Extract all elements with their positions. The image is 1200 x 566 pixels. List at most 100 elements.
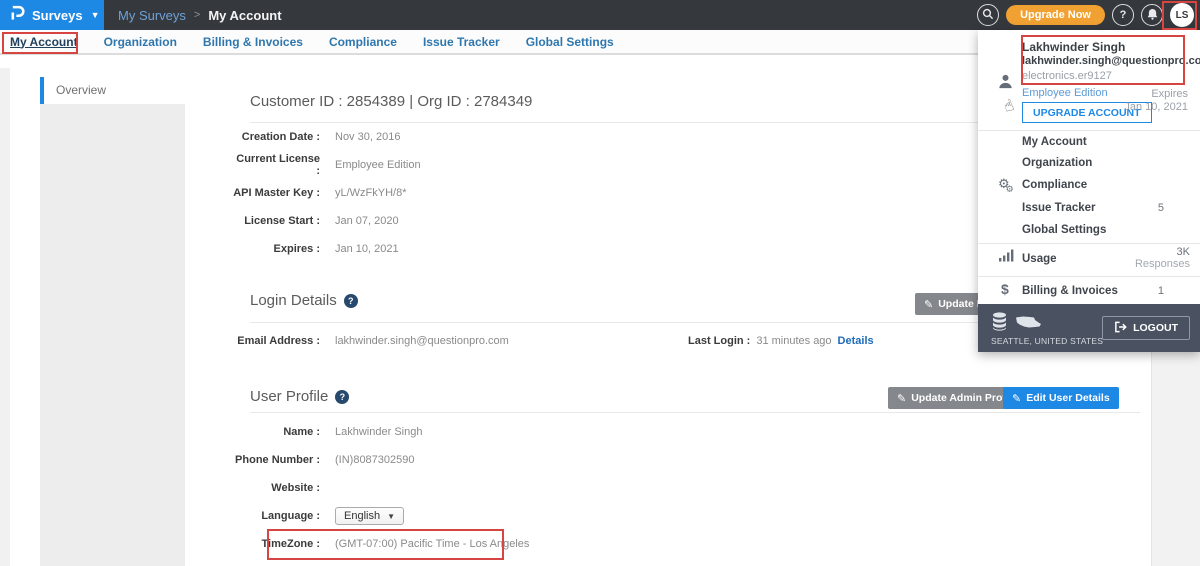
account-fields: Creation Date : Nov 30, 2016 Current Lic… bbox=[230, 123, 421, 263]
help-circle-icon[interactable]: ? bbox=[335, 390, 349, 404]
search-button[interactable] bbox=[977, 4, 999, 26]
button-label: LOGOUT bbox=[1133, 322, 1178, 334]
last-login-value: 31 minutes ago bbox=[756, 335, 831, 347]
sidebar-item-overview[interactable]: Overview bbox=[40, 77, 185, 104]
menu-label: Global Settings bbox=[1022, 224, 1106, 236]
menu-my-account[interactable]: My Account bbox=[1022, 131, 1192, 153]
field-value: lakhwinder.singh@questionpro.com bbox=[335, 335, 509, 347]
menu-issue-tracker[interactable]: Issue Tracker bbox=[1022, 197, 1192, 219]
tab-compliance[interactable]: Compliance bbox=[316, 35, 410, 49]
logout-icon bbox=[1114, 321, 1127, 336]
menu-label: Billing & Invoices bbox=[1022, 285, 1118, 297]
left-gutter bbox=[0, 68, 10, 566]
product-switcher[interactable]: Surveys ▼ bbox=[0, 0, 104, 30]
navbar-actions: Upgrade Now ? LS bbox=[977, 0, 1194, 30]
field-value: Nov 30, 2016 bbox=[335, 131, 400, 143]
chevron-down-icon: ▼ bbox=[387, 512, 395, 521]
field-license-start: License Start : Jan 07, 2020 bbox=[230, 207, 421, 235]
top-navbar: Surveys ▼ My Surveys > My Account Upgrad… bbox=[0, 0, 1200, 30]
dropdown-user-name: Lakhwinder Singh bbox=[1022, 40, 1125, 54]
field-label: TimeZone : bbox=[230, 538, 320, 550]
expires-date: Jan 10, 2021 bbox=[1124, 101, 1188, 114]
sidebar: Overview bbox=[40, 77, 185, 566]
field-language: Language : English ▼ bbox=[230, 502, 529, 530]
menu-label: Compliance bbox=[1022, 179, 1087, 191]
questionpro-logo-icon bbox=[10, 4, 25, 27]
dropdown-footer: SEATTLE, UNITED STATES LOGOUT bbox=[978, 304, 1200, 352]
chevron-down-icon: ▼ bbox=[91, 10, 100, 20]
tab-billing-invoices[interactable]: Billing & Invoices bbox=[190, 35, 316, 49]
issue-tracker-count: 5 bbox=[1158, 202, 1164, 214]
user-dropdown-panel: ☝ Lakhwinder Singh lakhwinder.singh@ques… bbox=[978, 30, 1200, 352]
field-phone-number: Phone Number : (IN)8087302590 bbox=[230, 446, 529, 474]
billing-count: 1 bbox=[1158, 285, 1164, 297]
notifications-button[interactable] bbox=[1141, 4, 1163, 26]
logout-button[interactable]: LOGOUT bbox=[1102, 316, 1190, 340]
language-select[interactable]: English ▼ bbox=[335, 507, 404, 525]
upgrade-now-button[interactable]: Upgrade Now bbox=[1006, 5, 1105, 25]
field-label: Phone Number : bbox=[230, 454, 320, 466]
menu-compliance[interactable]: Compliance bbox=[1022, 174, 1192, 196]
field-current-license: Current License : Employee Edition bbox=[230, 151, 421, 179]
field-value: Jan 10, 2021 bbox=[335, 243, 399, 255]
field-name: Name : Lakhwinder Singh bbox=[230, 418, 529, 446]
edition-link[interactable]: Employee Edition bbox=[1022, 87, 1108, 99]
usage-count-value: 3K bbox=[1135, 246, 1190, 258]
field-value: (GMT-07:00) Pacific Time - Los Angeles bbox=[335, 538, 529, 550]
breadcrumb-my-surveys[interactable]: My Surveys bbox=[118, 8, 186, 23]
usa-map-icon bbox=[1015, 314, 1042, 335]
edit-user-details-button[interactable]: ✎ Edit User Details bbox=[1003, 387, 1119, 409]
details-link[interactable]: Details bbox=[838, 335, 874, 347]
field-value: (IN)8087302590 bbox=[335, 454, 415, 466]
user-profile-fields: Name : Lakhwinder Singh Phone Number : (… bbox=[230, 418, 529, 558]
field-label: API Master Key : bbox=[230, 187, 320, 199]
menu-billing-invoices[interactable]: Billing & Invoices bbox=[1022, 280, 1192, 302]
login-details-title: Login Details ? bbox=[250, 292, 358, 309]
menu-label: Organization bbox=[1022, 157, 1092, 169]
help-circle-icon[interactable]: ? bbox=[344, 294, 358, 308]
product-name: Surveys bbox=[32, 8, 83, 23]
bar-chart-icon bbox=[999, 249, 1014, 267]
menu-label: Issue Tracker bbox=[1022, 202, 1096, 214]
field-label: License Start : bbox=[230, 215, 320, 227]
field-value: yL/WzFkYH/8* bbox=[335, 187, 407, 199]
expires-label: Expires bbox=[1124, 88, 1188, 101]
field-value: Employee Edition bbox=[335, 159, 421, 171]
button-label: Update Admin Profile bbox=[911, 392, 1017, 404]
field-label: Language : bbox=[230, 510, 320, 522]
edit-icon: ✎ bbox=[897, 392, 906, 405]
field-creation-date: Creation Date : Nov 30, 2016 bbox=[230, 123, 421, 151]
menu-global-settings[interactable]: Global Settings bbox=[1022, 219, 1192, 241]
user-profile-title: User Profile ? bbox=[250, 388, 349, 405]
user-avatar[interactable]: LS bbox=[1170, 3, 1194, 27]
customer-org-id: Customer ID : 2854389 | Org ID : 2784349 bbox=[250, 93, 532, 110]
language-selected-value: English bbox=[344, 510, 380, 522]
breadcrumb-separator: > bbox=[194, 9, 200, 21]
tab-organization[interactable]: Organization bbox=[91, 35, 190, 49]
tab-issue-tracker[interactable]: Issue Tracker bbox=[410, 35, 513, 49]
bell-icon bbox=[1147, 8, 1158, 23]
divider bbox=[250, 412, 1140, 413]
search-icon bbox=[982, 8, 994, 23]
field-value: Lakhwinder Singh bbox=[335, 426, 422, 438]
dollar-icon: $ bbox=[1001, 281, 1009, 297]
edit-icon: ✎ bbox=[1012, 392, 1021, 405]
tab-global-settings[interactable]: Global Settings bbox=[513, 35, 627, 49]
field-label: Website : bbox=[230, 482, 320, 494]
last-login: Last Login : 31 minutes ago Details bbox=[688, 335, 874, 347]
field-label: Email Address : bbox=[230, 335, 320, 347]
gears-icon: ⚙⚙ bbox=[998, 176, 1018, 192]
datacenter-location: SEATTLE, UNITED STATES bbox=[991, 336, 1103, 346]
field-label: Name : bbox=[230, 426, 320, 438]
field-label: Current License : bbox=[230, 153, 320, 177]
menu-label: My Account bbox=[1022, 136, 1087, 148]
section-heading: User Profile bbox=[250, 388, 328, 405]
menu-label: Usage bbox=[1022, 253, 1057, 265]
last-login-label: Last Login : bbox=[688, 335, 750, 347]
field-api-master-key: API Master Key : yL/WzFkYH/8* bbox=[230, 179, 421, 207]
dropdown-username: electronics.er9127 bbox=[1022, 70, 1112, 82]
help-button[interactable]: ? bbox=[1112, 4, 1134, 26]
menu-organization[interactable]: Organization bbox=[1022, 152, 1192, 174]
field-website: Website : bbox=[230, 474, 529, 502]
tab-my-account[interactable]: My Account bbox=[0, 35, 91, 49]
